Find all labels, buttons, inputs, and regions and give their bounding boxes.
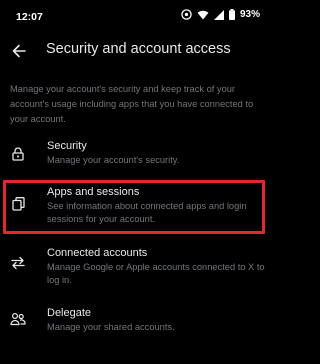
page-description: Manage your account's security and keep … bbox=[10, 84, 254, 124]
menu-item-title: Delegate bbox=[47, 307, 92, 319]
status-time: 12:07 bbox=[16, 11, 43, 23]
swap-arrows-icon bbox=[10, 255, 26, 271]
top-app-bar: Security and account access bbox=[0, 34, 270, 68]
signal-icon bbox=[213, 9, 224, 20]
battery-icon bbox=[228, 9, 235, 20]
wifi-icon bbox=[197, 10, 209, 20]
menu-item-subtitle: Manage your shared accounts. bbox=[47, 322, 175, 332]
settings-circle-icon bbox=[181, 9, 192, 20]
status-icons: 93% bbox=[181, 9, 260, 20]
menu-item-title: Security bbox=[47, 140, 87, 152]
lock-icon bbox=[10, 146, 26, 162]
battery-percent: 93% bbox=[239, 9, 260, 20]
arrow-left-icon[interactable] bbox=[8, 40, 30, 62]
menu-item-title: Connected accounts bbox=[47, 247, 148, 259]
status-bar: 12:07 93% bbox=[0, 0, 270, 34]
people-icon bbox=[10, 311, 26, 327]
menu-item-connected-accounts[interactable]: Connected accounts Manage Google or Appl… bbox=[0, 243, 270, 293]
menu-item-subtitle: Manage your account's security. bbox=[47, 155, 180, 165]
page-title: Security and account access bbox=[46, 41, 231, 57]
menu-item-delegate[interactable]: Delegate Manage your shared accounts. bbox=[0, 303, 270, 339]
menu-item-subtitle: Manage Google or Apple accounts connecte… bbox=[47, 262, 265, 285]
highlight-box bbox=[3, 180, 265, 234]
menu-item-security[interactable]: Security Manage your account's security. bbox=[0, 136, 270, 172]
